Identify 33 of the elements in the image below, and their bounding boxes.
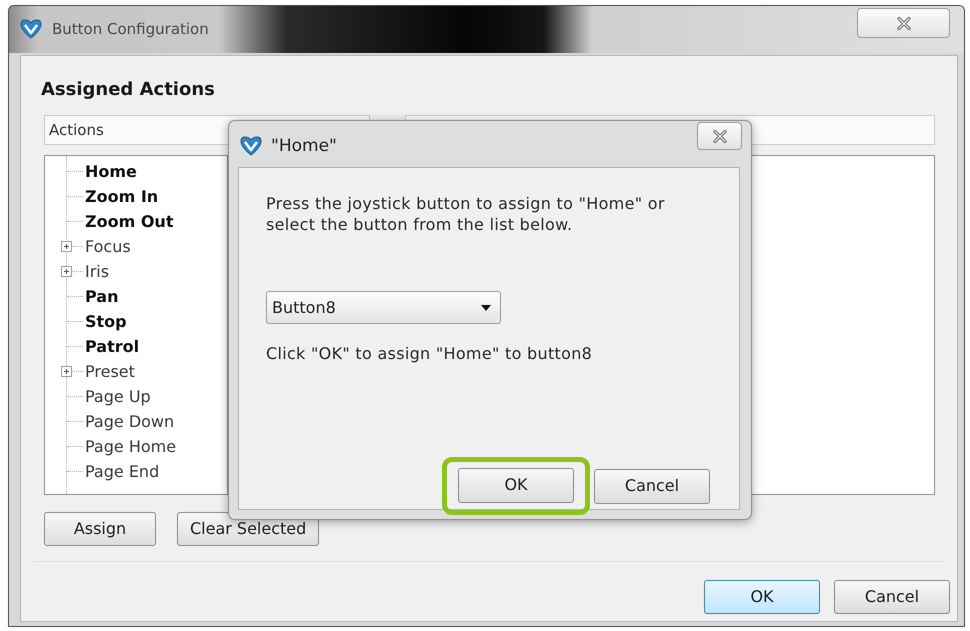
close-icon — [896, 16, 910, 30]
close-button[interactable] — [697, 122, 742, 150]
action-button[interactable]: Assign — [44, 512, 156, 546]
expand-icon[interactable] — [61, 266, 72, 277]
app-icon — [240, 136, 262, 156]
tree-item[interactable]: Page Down — [85, 412, 174, 432]
close-icon — [712, 130, 726, 142]
footer-button[interactable]: OK — [704, 580, 820, 614]
tree-item[interactable]: Page Up — [85, 386, 151, 406]
app-icon — [20, 19, 42, 39]
dialog-button[interactable]: OK — [458, 468, 574, 502]
footer-button[interactable]: Cancel — [834, 580, 950, 614]
tree-item[interactable]: Stop — [85, 312, 127, 332]
button-dropdown[interactable]: Button8 — [266, 291, 501, 324]
tree-item[interactable]: Page Home — [85, 436, 176, 456]
tree-item[interactable]: Page End — [85, 462, 160, 482]
expand-icon[interactable] — [61, 366, 72, 377]
dialog-button[interactable]: Cancel — [594, 468, 710, 504]
tree-item[interactable]: Patrol — [85, 336, 140, 356]
tree-item[interactable]: Zoom In — [85, 186, 158, 206]
tree-item[interactable]: Home — [85, 162, 137, 182]
window-title: Button Configuration — [52, 19, 209, 39]
tree-item[interactable]: Pan — [85, 286, 118, 306]
tree-item[interactable]: Zoom Out — [85, 212, 174, 232]
close-button[interactable] — [857, 8, 950, 38]
caret-icon — [481, 304, 491, 310]
tree-item[interactable]: Preset — [85, 362, 135, 382]
tree-item[interactable]: Focus — [85, 236, 131, 256]
section-title: Assigned Actions — [41, 78, 215, 102]
instruction-text: Press the joystick button to assign to "Home" or select the button from the list below. — [266, 193, 666, 235]
confirmation-text: Click "OK" to assign "Home" to button8 — [266, 343, 592, 364]
tree-item[interactable]: Iris — [85, 262, 110, 282]
expand-icon[interactable] — [61, 241, 72, 252]
